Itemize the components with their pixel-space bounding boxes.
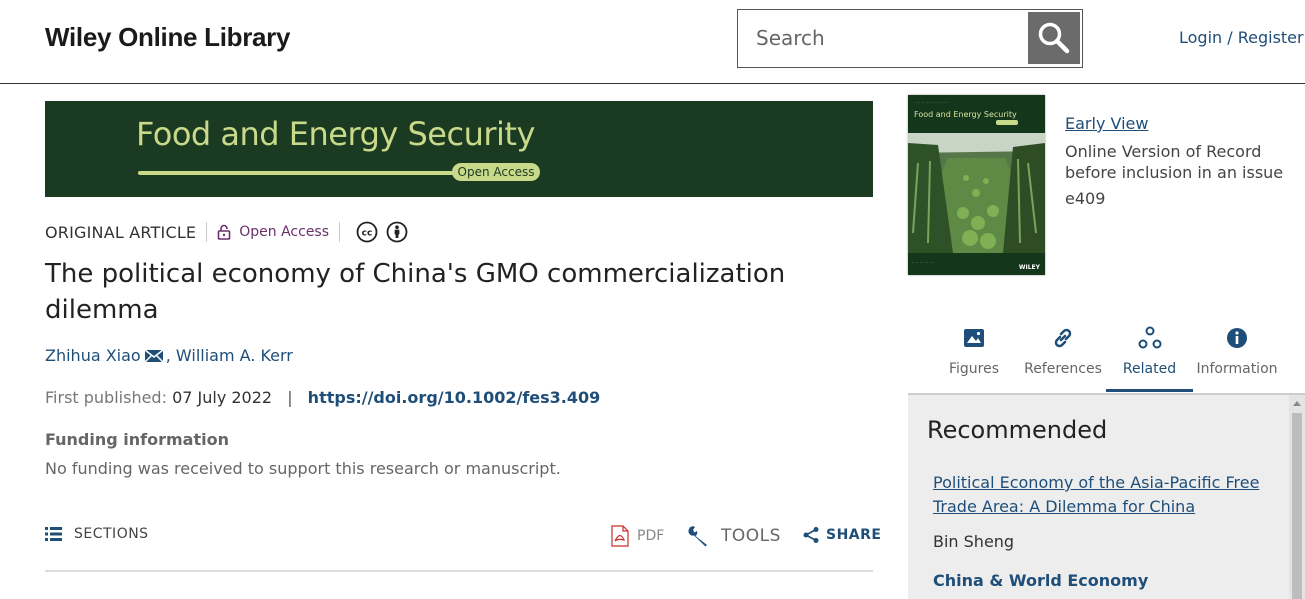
share-label: SHARE	[826, 527, 882, 543]
attribution-icon	[386, 221, 408, 243]
share-button[interactable]: SHARE	[802, 526, 881, 544]
share-icon	[803, 527, 819, 543]
sidebar-tabs: Figures References Related Information	[909, 322, 1305, 392]
scrollbar[interactable]	[1289, 395, 1305, 599]
tools-button[interactable]: TOOLS	[687, 525, 781, 547]
funding-text: No funding was received to support this …	[45, 459, 561, 478]
recommended-author: Bin Sheng	[933, 532, 1015, 551]
tab-label: Figures	[948, 361, 1000, 377]
scroll-up-arrow[interactable]	[1293, 401, 1301, 406]
cover-editor-line: · · · · · · · · ·	[912, 260, 934, 265]
sections-label: SECTIONS	[74, 526, 149, 542]
envelope-icon[interactable]	[144, 348, 164, 363]
login-register-link[interactable]: Login / Register	[1179, 28, 1304, 47]
tab-label: Related	[1122, 361, 1177, 377]
open-access-text: Open Access	[239, 224, 330, 240]
cover-publisher: WILEY	[1018, 264, 1040, 271]
list-icon	[45, 527, 62, 541]
author-list: Zhihua Xiao , William A. Kerr	[45, 346, 293, 365]
author-link[interactable]: William A. Kerr	[176, 346, 293, 365]
tools-label: TOOLS	[721, 526, 781, 546]
site-logo[interactable]: Wiley Online Library	[45, 22, 290, 53]
tab-figures[interactable]: Figures	[930, 322, 1018, 392]
open-access-label: Open Access	[217, 224, 329, 240]
pdf-button[interactable]: PDF	[611, 525, 664, 547]
pdf-icon	[611, 525, 629, 547]
tab-label: References	[1024, 361, 1102, 377]
funding-heading: Funding information	[45, 430, 229, 449]
cover-issue-line: · · · · · · · · · · · · · ·	[914, 100, 949, 105]
cover-field-photo	[908, 133, 1045, 253]
article-meta-row: ORIGINAL ARTICLE Open Access cc	[45, 220, 416, 244]
svg-text:cc: cc	[362, 229, 373, 239]
search-icon	[1038, 22, 1070, 54]
tab-references[interactable]: References	[1021, 322, 1105, 392]
article-title: The political economy of China's GMO com…	[45, 259, 786, 325]
wrench-icon	[688, 526, 707, 547]
journal-cover[interactable]: · · · · · · · · · · · · · · Food and Ene…	[908, 95, 1045, 275]
journal-banner[interactable]: Food and Energy Security Open Access	[45, 101, 873, 197]
early-view-description: Online Version of Record before inclusio…	[1065, 142, 1284, 182]
pub-separator: |	[287, 388, 293, 407]
search-input[interactable]	[746, 20, 1016, 56]
author-separator: ,	[165, 346, 171, 365]
early-view-link[interactable]: Early View	[1065, 114, 1148, 133]
recommended-heading: Recommended	[927, 416, 1108, 444]
toolbar-divider	[45, 570, 873, 572]
site-header: Wiley Online Library Login / Register	[0, 0, 1305, 84]
image-icon	[964, 329, 984, 347]
tab-label: Information	[1196, 361, 1278, 377]
info-icon	[1227, 328, 1247, 348]
search-button[interactable]	[1028, 12, 1080, 64]
author-link[interactable]: Zhihua Xiao	[45, 346, 141, 365]
divider	[339, 222, 341, 242]
cover-open-access-badge	[996, 120, 1018, 125]
cover-journal-title: Food and Energy Security	[914, 110, 1017, 119]
journal-banner-title: Food and Energy Security	[136, 115, 535, 153]
pdf-label: PDF	[637, 528, 665, 544]
published-date: 07 July 2022	[172, 388, 273, 407]
recommended-article-link[interactable]: Political Economy of the Asia-Pacific Fr…	[933, 471, 1263, 519]
divider	[206, 222, 208, 242]
published-label: First published:	[45, 388, 167, 407]
open-access-badge: Open Access	[452, 163, 540, 181]
recommended-journal[interactable]: China & World Economy	[933, 571, 1148, 590]
article-toolbar: SECTIONS PDF TOOLS SHARE	[45, 524, 881, 552]
related-icon	[1138, 326, 1161, 349]
license-icons[interactable]: cc	[356, 221, 416, 243]
doi-link[interactable]: https://doi.org/10.1002/fes3.409	[308, 388, 601, 407]
banner-underline	[138, 171, 503, 175]
search-box	[737, 9, 1083, 68]
tab-related[interactable]: Related	[1106, 322, 1193, 392]
lock-open-icon	[217, 224, 231, 240]
sections-button[interactable]: SECTIONS	[45, 526, 149, 542]
creative-commons-icon: cc	[356, 221, 378, 243]
scroll-thumb[interactable]	[1292, 413, 1302, 599]
link-icon	[1054, 328, 1072, 348]
tab-information[interactable]: Information	[1194, 322, 1280, 392]
publication-info: First published: 07 July 2022 | https://…	[45, 388, 600, 407]
article-type: ORIGINAL ARTICLE	[45, 222, 197, 242]
article-number: e409	[1065, 189, 1106, 208]
recommended-panel: Recommended Political Economy of the Asi…	[908, 393, 1305, 599]
